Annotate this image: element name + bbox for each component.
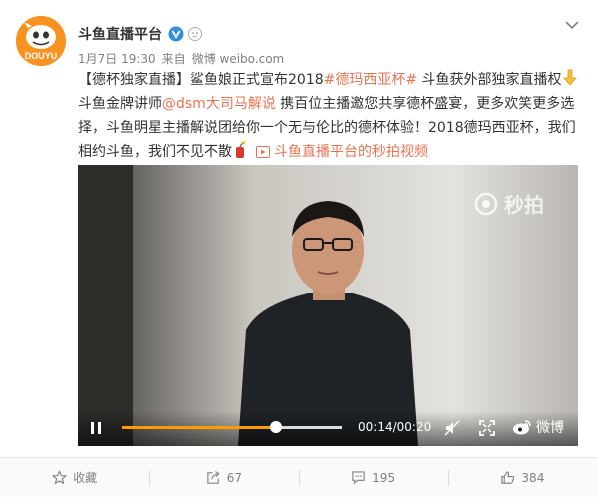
- progress-knob[interactable]: [270, 421, 282, 433]
- video-controls: 00:14/00:20 微博: [78, 411, 578, 446]
- progress-fill: [122, 426, 276, 429]
- comment-icon: [352, 471, 365, 485]
- pointing-down-emoji-icon: [562, 69, 577, 86]
- like-count: 384: [521, 470, 545, 485]
- like-button[interactable]: 384: [447, 458, 597, 497]
- weibo-post-card: DOUYU 斗鱼直播平台 1月7日 19:30 来自 微博 weibo.com …: [0, 0, 597, 497]
- share-icon: [207, 470, 220, 484]
- post-time[interactable]: 1月7日 19:30: [78, 50, 156, 67]
- comment-button[interactable]: 195: [298, 458, 448, 497]
- post-text: 【德杯独家直播】鲨鱼娘正式宣布2018#德玛西亚杯# 斗鱼获外部独家直播权 斗鱼…: [78, 68, 583, 164]
- mute-icon[interactable]: [444, 420, 460, 436]
- avatar[interactable]: DOUYU: [16, 16, 66, 66]
- repost-count: 67: [226, 470, 243, 485]
- video-player[interactable]: 秒拍 00:14/00:20 微博: [78, 165, 578, 446]
- fullscreen-icon[interactable]: [479, 420, 495, 436]
- thumbs-up-icon: [501, 471, 515, 484]
- from-label: 来自: [161, 52, 186, 66]
- verified-icon[interactable]: [168, 26, 184, 42]
- favorite-button[interactable]: 收藏: [0, 458, 149, 497]
- favorite-label: 收藏: [73, 471, 98, 485]
- watermark-text: 秒拍: [504, 193, 544, 217]
- topic-link[interactable]: #德玛西亚杯#: [324, 72, 417, 88]
- author-row: 斗鱼直播平台: [78, 24, 202, 44]
- weibo-icon: [513, 420, 531, 435]
- video-time: 00:14/00:20: [358, 420, 432, 434]
- post-text-part3: 斗鱼金牌讲师: [78, 96, 162, 112]
- repost-button[interactable]: 67: [149, 458, 298, 497]
- firecracker-emoji-icon: [236, 141, 245, 158]
- post-text-part2: 斗鱼获外部独家直播权: [417, 72, 562, 88]
- progress-bar[interactable]: [122, 421, 342, 433]
- miaopai-logo-icon: [474, 192, 498, 215]
- chevron-down-icon[interactable]: [565, 20, 579, 30]
- video-watermark: 秒拍: [474, 189, 544, 218]
- star-icon: [52, 470, 68, 485]
- mention-link[interactable]: @dsm大司马解说: [162, 96, 276, 112]
- author-name[interactable]: 斗鱼直播平台: [78, 24, 162, 44]
- avatar-logo-text: DOUYU: [24, 51, 58, 61]
- video-link[interactable]: 斗鱼直播平台的秒拍视频: [274, 144, 428, 160]
- post-meta: 1月7日 19:30 来自 微博 weibo.com: [78, 50, 284, 67]
- comment-count: 195: [372, 470, 396, 485]
- weibo-logo-text: 微博: [536, 420, 564, 436]
- post-source[interactable]: 微博 weibo.com: [192, 50, 285, 67]
- member-badge-icon[interactable]: [188, 27, 202, 41]
- action-bar: 收藏 67 195 384: [0, 458, 597, 497]
- post-text-part1: 【德杯独家直播】鲨鱼娘正式宣布2018: [78, 72, 324, 88]
- pause-icon[interactable]: [88, 420, 104, 436]
- video-link-icon[interactable]: [256, 146, 270, 158]
- weibo-logo[interactable]: 微博: [512, 417, 564, 437]
